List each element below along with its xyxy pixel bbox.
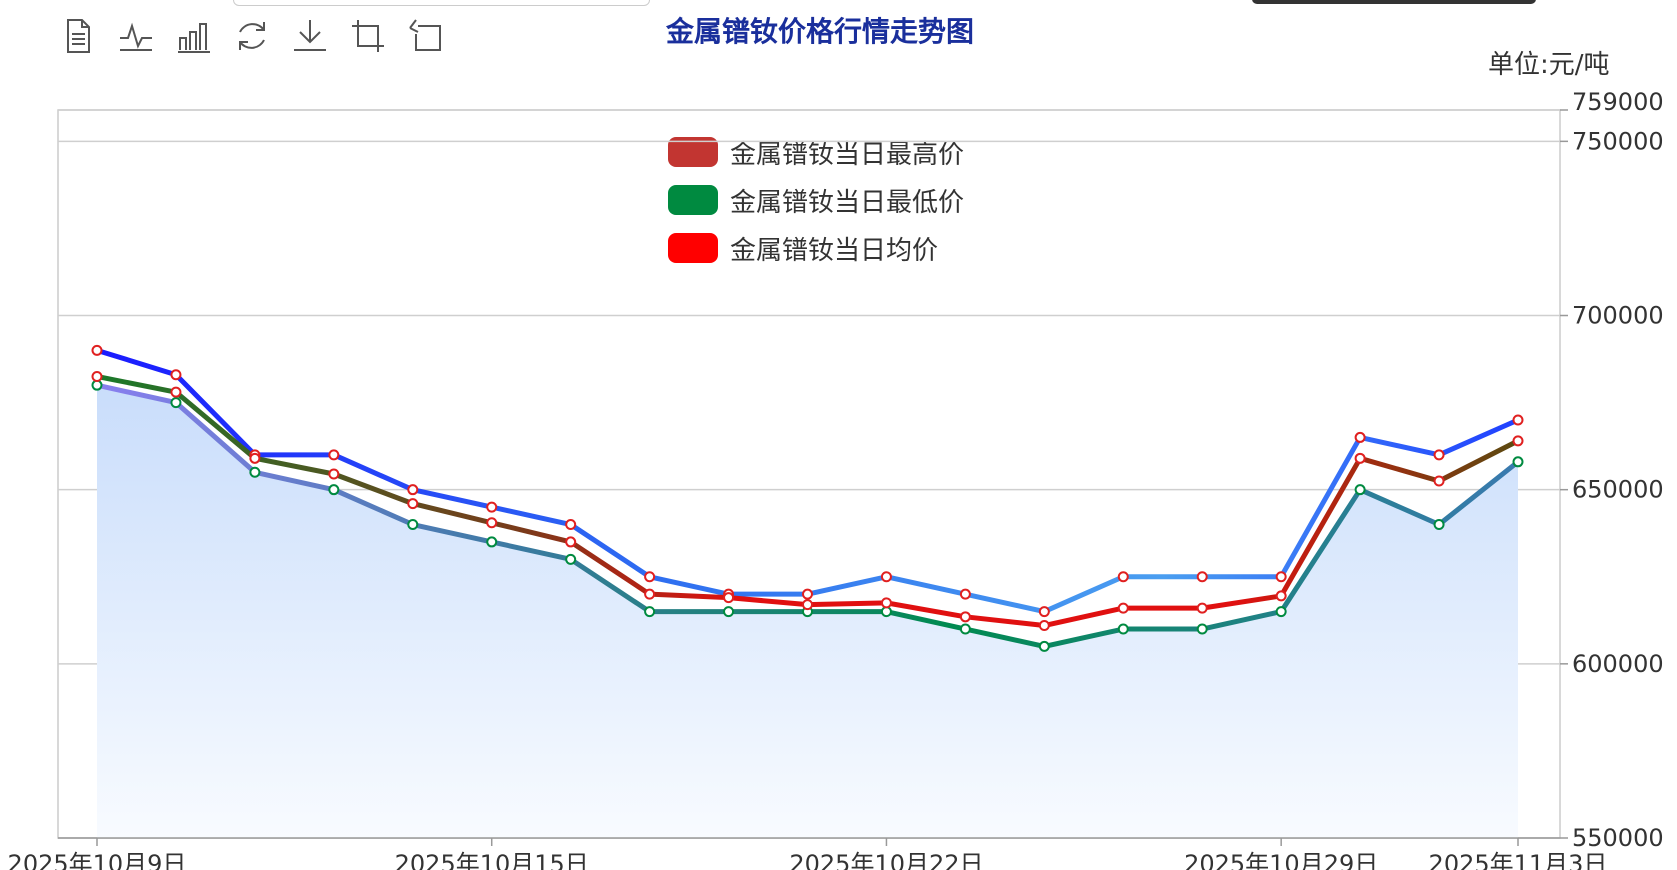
data-point-high xyxy=(1354,431,1366,443)
y-tick-label: 750000 xyxy=(1572,127,1664,155)
data-point-high xyxy=(170,369,182,381)
data-point-avg xyxy=(328,468,340,480)
data-point-high xyxy=(1117,571,1129,583)
data-point-low xyxy=(328,484,340,496)
y-tick-label: 650000 xyxy=(1572,476,1664,504)
data-point-avg xyxy=(1038,620,1050,632)
data-point-low xyxy=(91,379,103,391)
data-point-low xyxy=(959,623,971,635)
x-tick-label: 2025年11月3日 xyxy=(1429,850,1608,870)
y-tick-label: 600000 xyxy=(1572,650,1664,678)
x-tick-label: 2025年10月15日 xyxy=(395,850,589,870)
data-point-low xyxy=(1433,519,1445,531)
x-tick-label: 2025年10月29日 xyxy=(1184,850,1378,870)
data-point-avg xyxy=(565,536,577,548)
data-point-low xyxy=(880,606,892,618)
data-point-low xyxy=(1512,456,1524,468)
x-tick-label: 2025年10月22日 xyxy=(789,850,983,870)
data-point-avg xyxy=(644,588,656,600)
data-point-high xyxy=(880,571,892,583)
y-tick-label: 700000 xyxy=(1572,302,1664,330)
chart-plot: 550000 600000 650000 700000 750000 759000 2025… xyxy=(8,88,1664,870)
data-point-low xyxy=(565,553,577,565)
data-point-low xyxy=(170,397,182,409)
data-point-avg xyxy=(802,599,813,611)
data-point-high xyxy=(1196,571,1208,583)
x-tick-label: 2025年10月9日 xyxy=(8,850,187,870)
data-point-avg xyxy=(249,452,261,464)
data-point-avg xyxy=(1117,602,1129,614)
y-tick-label: 550000 xyxy=(1572,824,1664,852)
data-point-high xyxy=(1038,606,1050,618)
data-point-low xyxy=(644,606,656,618)
data-point-low xyxy=(486,536,498,548)
data-point-high xyxy=(1433,449,1445,461)
data-point-high xyxy=(644,571,656,583)
data-point-high xyxy=(802,588,813,600)
data-point-low xyxy=(407,519,419,531)
data-point-avg xyxy=(959,611,971,623)
data-point-avg xyxy=(880,597,892,609)
data-point-avg xyxy=(91,370,103,382)
chart-container: 金属镨钕价格行情走势图 单位:元/吨 金属镨钕当日最高价 金属镨钕当日最低价 金… xyxy=(0,0,1677,870)
data-point-high xyxy=(959,588,971,600)
data-point-high xyxy=(1512,414,1524,426)
data-point-avg xyxy=(1275,590,1287,602)
data-point-avg xyxy=(407,498,419,510)
data-point-avg xyxy=(723,592,735,604)
data-point-avg xyxy=(1433,475,1445,487)
data-point-low xyxy=(1196,623,1208,635)
data-point-avg xyxy=(1196,602,1208,614)
data-point-low xyxy=(723,606,735,618)
data-point-high xyxy=(565,519,577,531)
data-point-high xyxy=(91,344,103,356)
data-point-avg xyxy=(170,386,182,398)
y-tick-label: 759000 xyxy=(1572,88,1664,116)
data-point-low xyxy=(1038,640,1050,652)
data-point-high xyxy=(407,484,419,496)
data-point-avg xyxy=(1512,435,1524,447)
data-point-low xyxy=(1275,606,1287,618)
data-point-high xyxy=(1275,571,1287,583)
data-point-avg xyxy=(1354,452,1366,464)
data-point-low xyxy=(1117,623,1129,635)
data-point-high xyxy=(486,501,498,513)
data-point-low xyxy=(1354,484,1366,496)
data-point-high xyxy=(328,449,340,461)
data-point-avg xyxy=(486,517,498,529)
data-point-low xyxy=(249,466,261,478)
